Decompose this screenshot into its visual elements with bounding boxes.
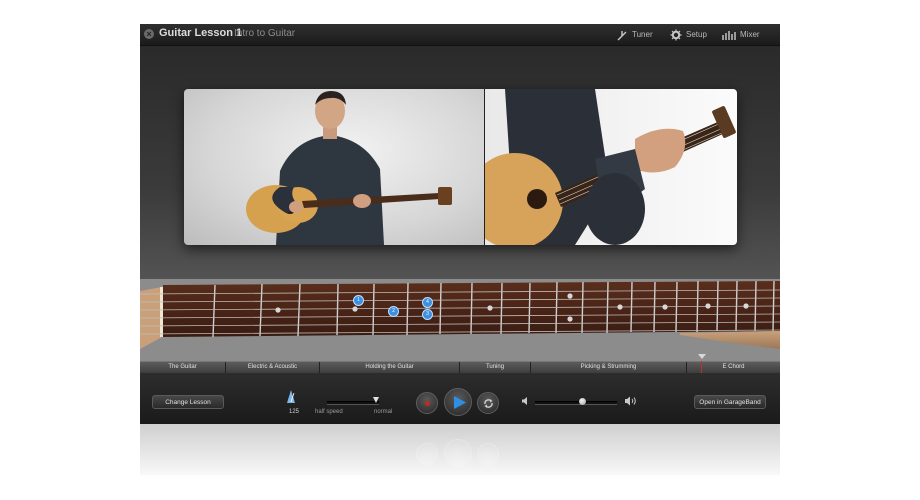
chapter-picking-strumming[interactable]: Picking & Strumming	[531, 362, 687, 373]
speed-left-label: half speed	[315, 409, 343, 415]
title-bar: × Guitar Lesson 1 Intro to Guitar Tuner …	[140, 24, 780, 46]
record-button[interactable]	[416, 392, 438, 414]
loop-icon	[484, 399, 493, 408]
metronome-icon[interactable]	[285, 389, 297, 403]
lesson-video[interactable]	[184, 89, 737, 245]
speed-right-label: normal	[374, 409, 393, 415]
close-icon[interactable]: ×	[144, 29, 154, 39]
chapter-tuning[interactable]: Tuning	[460, 362, 531, 373]
record-icon	[425, 401, 430, 406]
speed-slider-track[interactable]	[327, 401, 379, 405]
note-marker: 2	[388, 306, 399, 317]
note-marker: 1	[353, 295, 364, 306]
closeup-video-panel	[467, 89, 737, 245]
playhead-handle[interactable]	[698, 354, 706, 359]
note-marker: 3	[422, 309, 433, 320]
play-button[interactable]	[444, 388, 472, 416]
play-icon	[454, 396, 466, 409]
open-in-garageband-button[interactable]: Open in GarageBand	[694, 395, 766, 409]
tuner-label: Tuner	[632, 30, 653, 39]
mixer-button[interactable]: Mixer	[722, 27, 760, 42]
note-marker: 4	[422, 297, 433, 308]
setup-label: Setup	[686, 30, 707, 39]
change-lesson-button[interactable]: Change Lesson	[152, 395, 224, 409]
fretboard	[140, 280, 780, 349]
volume-low-icon	[522, 397, 527, 405]
gear-icon	[670, 29, 682, 40]
tempo-value: 125	[289, 409, 300, 415]
mixer-label: Mixer	[740, 30, 760, 39]
fretboard-area: 1 2 3 4	[140, 279, 780, 361]
tuner-button[interactable]: Tuner	[616, 27, 653, 42]
chapter-the-guitar[interactable]: The Guitar	[140, 362, 226, 373]
instructor-image	[246, 91, 452, 245]
mixer-icon	[722, 30, 736, 40]
instructor-video-panel	[184, 89, 484, 245]
lesson-window: × Guitar Lesson 1 Intro to Guitar Tuner …	[140, 24, 780, 424]
setup-button[interactable]: Setup	[670, 27, 707, 42]
chapter-holding-the-guitar[interactable]: Holding the Guitar	[320, 362, 460, 373]
volume-slider-knob[interactable]	[579, 398, 587, 405]
tuning-fork-icon	[617, 30, 627, 40]
window-reflection	[140, 424, 780, 484]
volume-high-icon	[625, 396, 636, 406]
transport-controls: Change Lesson 125 half speed normal Open…	[140, 373, 780, 424]
lesson-title: Guitar Lesson 1	[159, 27, 243, 39]
chord-closeup-image	[467, 89, 736, 245]
speed-slider-thumb[interactable]	[373, 397, 379, 403]
volume-slider-track[interactable]	[535, 401, 617, 405]
chapter-electric-acoustic[interactable]: Electric & Acoustic	[226, 362, 320, 373]
loop-button[interactable]	[477, 392, 499, 414]
reflection-fade	[140, 424, 780, 484]
lesson-subtitle: Intro to Guitar	[234, 28, 296, 39]
